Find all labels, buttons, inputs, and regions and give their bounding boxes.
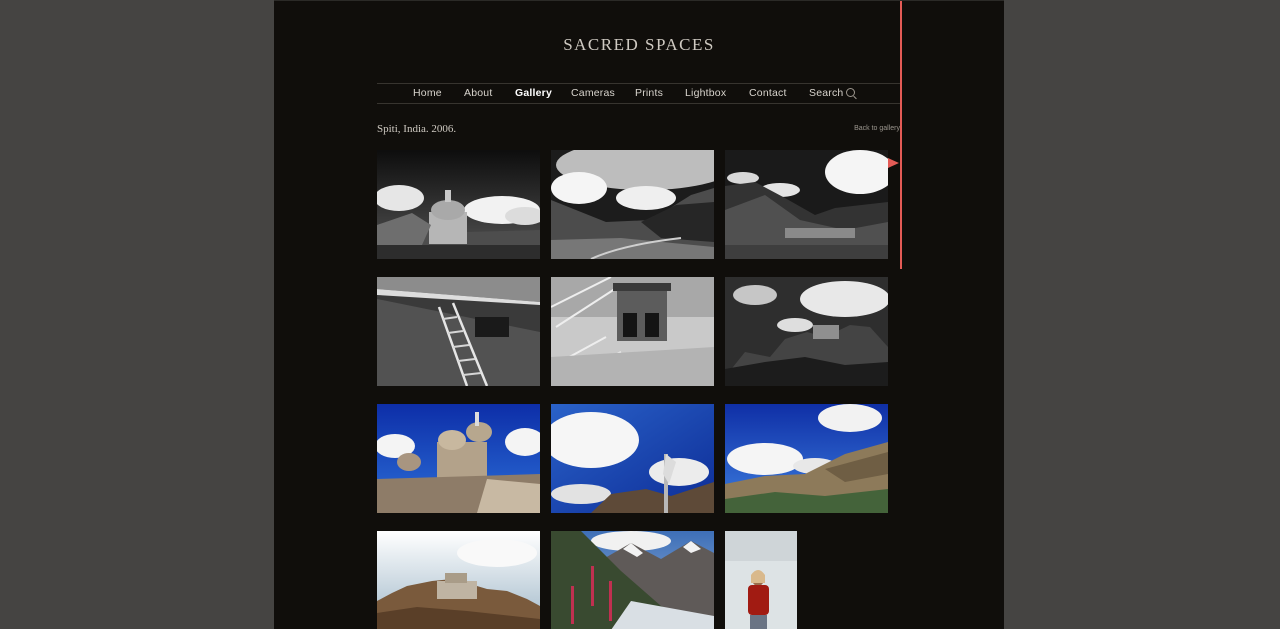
annotation-arrow-icon — [888, 158, 899, 168]
nav-item-lightbox[interactable]: Lightbox — [685, 87, 726, 99]
gallery-thumbnail-mountain-valley-sky[interactable] — [725, 404, 888, 513]
back-to-gallery-link[interactable]: Back to gallery — [854, 125, 900, 132]
gallery-thumbnail-window-wall-bw[interactable] — [551, 277, 714, 386]
gallery-thumbnail-valley-road-bw[interactable] — [551, 150, 714, 259]
nav-item-gallery[interactable]: Gallery — [515, 87, 552, 99]
gallery-thumbnail-cliff-monastery[interactable] — [377, 531, 540, 629]
search-icon[interactable] — [846, 88, 855, 97]
nav-item-search[interactable]: Search — [809, 87, 843, 99]
nav-item-about[interactable]: About — [464, 87, 492, 99]
site-title[interactable]: SACRED SPACES — [274, 35, 1004, 55]
gallery-thumbnail-mountain-village-bw[interactable] — [725, 150, 888, 259]
gallery-thumbnail-snowy-peaks-flowers[interactable] — [551, 531, 714, 629]
main-navigation: Home About Gallery Cameras Prints Lightb… — [377, 83, 901, 104]
nav-item-contact[interactable]: Contact — [749, 87, 787, 99]
nav-item-prints[interactable]: Prints — [635, 87, 663, 99]
content-page: SACRED SPACES Home About Gallery Cameras… — [274, 0, 1004, 629]
nav-item-home[interactable]: Home — [413, 87, 442, 99]
nav-item-cameras[interactable]: Cameras — [571, 87, 615, 99]
gallery-thumbnail-ladder-wall-bw[interactable] — [377, 277, 540, 386]
gallery-thumbnail-stupa-bw[interactable] — [377, 150, 540, 259]
gallery-thumbnail-hilltop-monastery-bw[interactable] — [725, 277, 888, 386]
album-title: Spiti, India. 2006. — [377, 123, 457, 135]
gallery-thumbnail-woman-red-jacket[interactable] — [725, 531, 797, 629]
annotation-guide-line — [900, 1, 902, 269]
gallery-thumbnail-stupas-blue-sky[interactable] — [377, 404, 540, 513]
gallery-thumbnail-prayer-flag-sky[interactable] — [551, 404, 714, 513]
